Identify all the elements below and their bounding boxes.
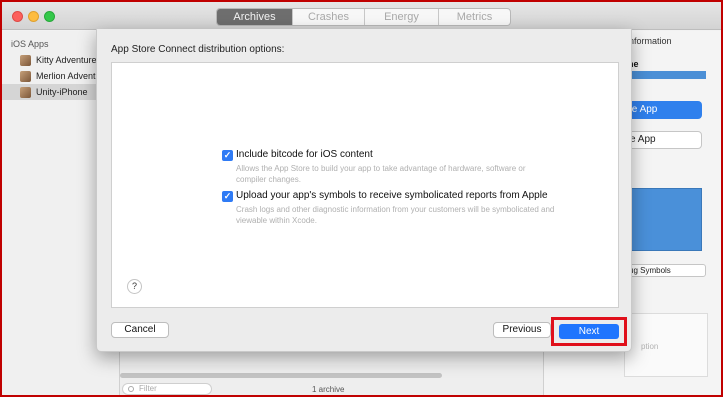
bitcode-option-description: Allows the App Store to build your app t… xyxy=(236,164,526,184)
sidebar-item-label: Unity-iPhone xyxy=(36,87,88,97)
distribution-options-sheet: App Store Connect distribution options: … xyxy=(96,29,632,352)
archive-count: 1 archive xyxy=(312,385,345,394)
description-box[interactable]: ption xyxy=(624,313,708,377)
zoom-window-icon[interactable] xyxy=(44,11,55,22)
cancel-button[interactable]: Cancel xyxy=(111,322,169,338)
validate-app-button[interactable]: e App xyxy=(624,131,702,149)
organizer-tab-bar: Archives Crashes Energy Metrics xyxy=(216,8,511,26)
sheet-title: App Store Connect distribution options: xyxy=(111,44,285,55)
bitcode-checkbox[interactable]: ✓ xyxy=(222,150,233,161)
description-placeholder: ption xyxy=(641,342,659,351)
app-icon xyxy=(20,54,31,66)
previous-button[interactable]: Previous xyxy=(493,322,551,338)
options-panel: ✓ Include bitcode for iOS content Allows… xyxy=(111,62,619,308)
close-window-icon[interactable] xyxy=(12,11,23,22)
sidebar-item-label: Kitty Adventure xyxy=(36,55,97,65)
filter-input[interactable]: Filter xyxy=(122,383,212,395)
app-icon-preview xyxy=(630,188,702,251)
title-bar: Archives Crashes Energy Metrics xyxy=(2,2,721,30)
info-name-value xyxy=(628,71,706,79)
download-debug-symbols-button[interactable]: ug Symbols xyxy=(624,264,706,277)
info-section-label: nformation xyxy=(629,36,672,46)
minimize-window-icon[interactable] xyxy=(28,11,39,22)
filter-icon xyxy=(128,386,134,392)
symbols-checkbox[interactable]: ✓ xyxy=(222,191,233,202)
symbols-option-description: Crash logs and other diagnostic informat… xyxy=(236,205,555,225)
tab-archives[interactable]: Archives xyxy=(217,9,292,25)
app-icon xyxy=(20,70,31,82)
tab-metrics[interactable]: Metrics xyxy=(438,9,510,25)
tab-crashes[interactable]: Crashes xyxy=(292,9,364,25)
next-button[interactable]: Next xyxy=(559,324,619,339)
distribute-app-button[interactable]: te App xyxy=(624,101,702,119)
symbols-option-label: Upload your app's symbols to receive sym… xyxy=(236,190,548,201)
filter-placeholder: Filter xyxy=(139,384,157,393)
bitcode-option-label: Include bitcode for iOS content xyxy=(236,149,373,160)
horizontal-scrollbar[interactable] xyxy=(120,373,442,378)
organizer-window: Archives Crashes Energy Metrics iOS Apps… xyxy=(2,2,721,395)
sidebar-section-header: iOS Apps xyxy=(11,39,49,49)
next-button-highlight: Next xyxy=(551,317,627,346)
app-icon xyxy=(20,86,31,98)
tab-energy[interactable]: Energy xyxy=(364,9,438,25)
help-button[interactable]: ? xyxy=(127,279,142,294)
